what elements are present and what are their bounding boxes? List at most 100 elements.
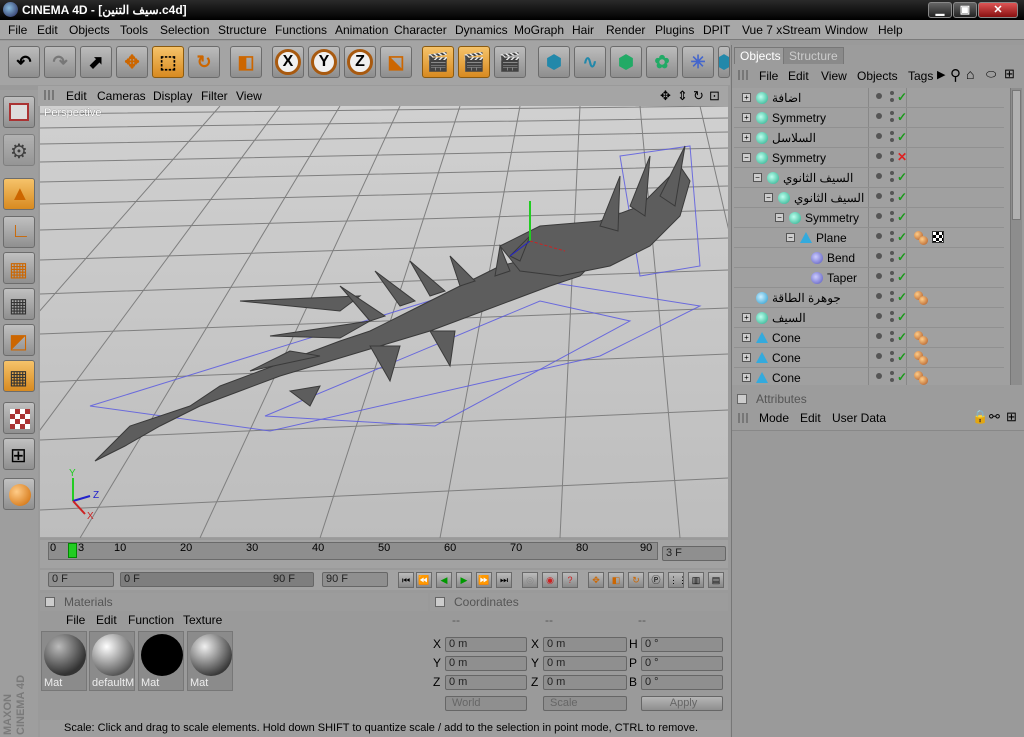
menu-objects[interactable]: Objects xyxy=(69,23,110,37)
cube-button[interactable]: ⬢ xyxy=(538,46,570,78)
visibility-dot-icon[interactable] xyxy=(876,313,882,319)
material-swatch[interactable]: Mat xyxy=(187,631,233,691)
tab-objects[interactable]: Objects xyxy=(734,47,787,64)
playback-rate-button[interactable]: ▥ xyxy=(688,572,704,588)
object-name[interactable]: Cone xyxy=(772,351,801,365)
viewport-menu-filter[interactable]: Filter xyxy=(201,89,228,103)
object-row[interactable]: − Symmetry ✕ xyxy=(734,148,1004,168)
menu-dynamics[interactable]: Dynamics xyxy=(455,23,508,37)
object-name[interactable]: السلاسل xyxy=(772,131,816,145)
materials-menu-texture[interactable]: Texture xyxy=(183,613,222,627)
object-row[interactable]: − السيف الثانوي ✓ xyxy=(734,188,1004,208)
object-row[interactable]: + Cone ✓ xyxy=(734,348,1004,368)
expand-toggle-icon[interactable]: − xyxy=(753,173,762,182)
object-name[interactable]: السيف الثانوي xyxy=(794,191,864,205)
goto-start-button[interactable]: ⏮ xyxy=(398,572,414,588)
texture-tag-icon[interactable] xyxy=(932,231,944,243)
object-row[interactable]: − Plane ✓ xyxy=(734,228,1004,248)
frame-range-slider[interactable]: 0 F 90 F xyxy=(120,572,314,587)
visibility-dot-icon[interactable] xyxy=(876,193,882,199)
end-frame-field[interactable]: 90 F xyxy=(322,572,388,587)
object-row[interactable]: + السلاسل ✓ xyxy=(734,128,1004,148)
visibility-dot-icon[interactable] xyxy=(876,173,882,179)
tab-structure[interactable]: Structure xyxy=(783,47,844,64)
object-name[interactable]: Taper xyxy=(827,271,857,285)
nurbs-button[interactable]: ⬢ xyxy=(610,46,642,78)
viewport-layout-button[interactable] xyxy=(3,96,35,128)
enabled-check-icon[interactable]: ✓ xyxy=(897,310,907,324)
object-row[interactable]: + اضافة ✓ xyxy=(734,88,1004,108)
viewport-menu-cameras[interactable]: Cameras xyxy=(97,89,146,103)
visibility-dot-icon[interactable] xyxy=(890,331,894,335)
visibility-dot-icon[interactable] xyxy=(890,271,894,275)
keyframe-selection-button[interactable]: ? xyxy=(562,572,578,588)
visibility-dot-icon[interactable] xyxy=(890,151,894,155)
next-key-button[interactable]: ⏩ xyxy=(476,572,492,588)
visibility-dot-icon[interactable] xyxy=(890,378,894,382)
object-row[interactable]: + Cone ✓ xyxy=(734,328,1004,348)
visibility-dot-icon[interactable] xyxy=(890,191,894,195)
object-name[interactable]: Cone xyxy=(772,331,801,345)
visibility-dot-icon[interactable] xyxy=(876,253,882,259)
object-name[interactable]: جوهرة الطاقة xyxy=(772,291,841,305)
menu-edit[interactable]: Edit xyxy=(37,23,58,37)
object-row[interactable]: − Symmetry ✓ xyxy=(734,208,1004,228)
visibility-dot-icon[interactable] xyxy=(876,93,882,99)
size-y-field[interactable]: 0 m xyxy=(543,656,627,671)
rotation-p-field[interactable]: 0 ° xyxy=(641,656,723,671)
expand-toggle-icon[interactable]: + xyxy=(742,353,751,362)
close-button[interactable]: ✕ xyxy=(978,2,1018,18)
enabled-check-icon[interactable]: ✓ xyxy=(897,110,907,124)
visibility-dot-icon[interactable] xyxy=(876,153,882,159)
scale-dropdown[interactable]: Scale xyxy=(543,696,627,711)
current-frame-field[interactable]: 3 F xyxy=(662,546,726,561)
scene-button[interactable]: ⬢ xyxy=(718,46,730,78)
menu-help[interactable]: Help xyxy=(878,23,903,37)
menu-plugins[interactable]: Plugins xyxy=(655,23,694,37)
objects-menu-view[interactable]: View xyxy=(821,69,847,83)
size-z-field[interactable]: 0 m xyxy=(543,675,627,690)
enabled-check-icon[interactable]: ✓ xyxy=(897,130,907,144)
render-settings-button[interactable]: 🎬 xyxy=(494,46,526,78)
material-swatch[interactable]: Mat xyxy=(138,631,184,691)
visibility-dot-icon[interactable] xyxy=(876,213,882,219)
objects-menu-tags[interactable]: Tags xyxy=(908,69,933,83)
object-row[interactable]: + السيف ✓ xyxy=(734,308,1004,328)
expand-toggle-icon[interactable]: + xyxy=(742,373,751,382)
zoom-view-icon[interactable]: ⇕ xyxy=(677,88,688,104)
object-name[interactable]: Cone xyxy=(772,371,801,385)
object-name[interactable]: Plane xyxy=(816,231,847,245)
expand-toggle-icon[interactable]: + xyxy=(742,333,751,342)
objects-scrollbar[interactable] xyxy=(1010,88,1022,385)
visibility-dot-icon[interactable] xyxy=(890,318,894,322)
objects-menu-file[interactable]: File xyxy=(759,69,778,83)
object-coords-button[interactable]: ◧ xyxy=(230,46,262,78)
menu-character[interactable]: Character xyxy=(394,23,447,37)
timeline-ruler[interactable]: 0 3 10 20 30 40 50 60 70 80 90 3 F xyxy=(40,540,728,568)
materials-menu-function[interactable]: Function xyxy=(128,613,174,627)
object-name[interactable]: اضافة xyxy=(772,91,801,105)
attributes-menu-edit[interactable]: Edit xyxy=(800,411,821,425)
enabled-check-icon[interactable]: ✓ xyxy=(897,210,907,224)
viewport-menu-display[interactable]: Display xyxy=(153,89,192,103)
world-dropdown[interactable]: World xyxy=(445,696,527,711)
visibility-dot-icon[interactable] xyxy=(890,258,894,262)
render-picture-viewer-button[interactable]: 🎬 xyxy=(458,46,490,78)
key-point-level-button[interactable]: ⋮⋮ xyxy=(668,572,687,588)
timeline-playhead[interactable] xyxy=(68,543,77,558)
visibility-dot-icon[interactable] xyxy=(890,158,894,162)
goto-end-button[interactable]: ⏭ xyxy=(496,572,512,588)
attributes-menu-mode[interactable]: Mode xyxy=(759,411,789,425)
menu-animation[interactable]: Animation xyxy=(335,23,388,37)
object-row[interactable]: − السيف الثانوي ✓ xyxy=(734,168,1004,188)
visibility-dot-icon[interactable] xyxy=(890,198,894,202)
enabled-check-icon[interactable]: ✓ xyxy=(897,370,907,384)
expand-toggle-icon[interactable]: + xyxy=(742,313,751,322)
menu-functions[interactable]: Functions xyxy=(275,23,327,37)
maximize-view-icon[interactable]: ⊡ xyxy=(709,88,720,104)
world-coords-button[interactable]: ⬕ xyxy=(380,46,412,78)
object-row[interactable]: + Symmetry ✓ xyxy=(734,108,1004,128)
object-axis-mode-button[interactable]: ∟ xyxy=(3,216,35,248)
disabled-x-icon[interactable]: ✕ xyxy=(897,150,907,164)
rotate-view-icon[interactable]: ↻ xyxy=(693,88,704,104)
